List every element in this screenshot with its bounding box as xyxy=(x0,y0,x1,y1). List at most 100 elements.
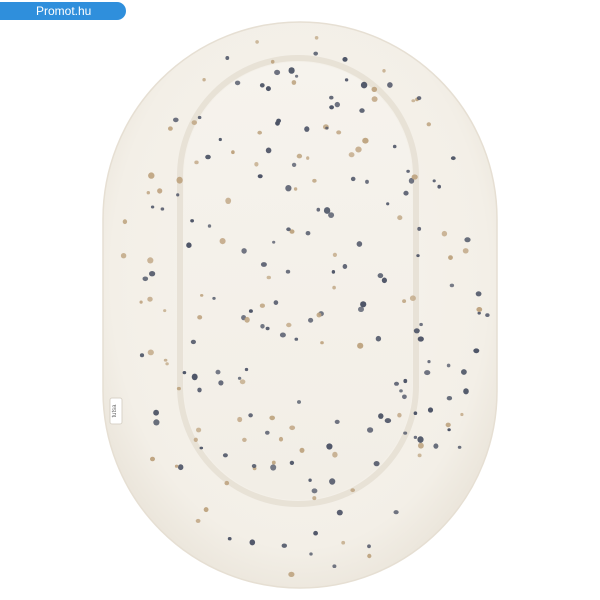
speckle-dot xyxy=(219,238,226,245)
speckle-dot xyxy=(150,456,155,462)
speckle-dot xyxy=(153,419,160,426)
speckle-dot xyxy=(199,446,204,450)
speckle-dot xyxy=(186,242,192,248)
speckle-dot xyxy=(304,126,310,132)
speckle-dot xyxy=(174,464,179,468)
speckle-dot xyxy=(239,379,246,385)
speckle-dot xyxy=(274,69,281,76)
speckle-dot xyxy=(259,303,265,308)
speckle-dot xyxy=(413,435,418,439)
speckle-dot xyxy=(359,108,365,113)
speckle-dot xyxy=(165,362,169,366)
speckle-dot xyxy=(342,264,348,269)
speckle-dot xyxy=(403,190,409,196)
speckle-dot xyxy=(248,309,253,313)
speckle-dot xyxy=(176,176,183,184)
speckle-dot xyxy=(289,425,296,431)
speckle-dot xyxy=(291,162,297,167)
speckle-dot xyxy=(191,373,198,381)
speckle-dot xyxy=(308,317,314,323)
speckle-dot xyxy=(411,174,418,180)
speckle-dot xyxy=(426,122,431,127)
speckle-dot xyxy=(382,69,386,73)
speckle-dot xyxy=(153,409,160,416)
speckle-dot xyxy=(273,300,279,305)
speckle-dot xyxy=(197,115,202,120)
speckle-dot xyxy=(272,240,276,244)
speckle-dot xyxy=(265,147,272,154)
speckle-dot xyxy=(255,40,259,44)
speckle-dot xyxy=(403,431,408,435)
speckle-dot xyxy=(244,316,250,323)
speckle-dot xyxy=(399,389,403,393)
speckle-dot xyxy=(260,324,265,329)
speckle-dot xyxy=(350,176,356,182)
speckle-dot xyxy=(393,510,399,515)
speckle-dot xyxy=(291,80,297,85)
speckle-dot xyxy=(332,451,338,458)
speckle-dot xyxy=(148,172,155,179)
speckle-dot xyxy=(275,120,280,126)
speckle-dot xyxy=(254,162,259,167)
speckle-dot xyxy=(218,380,224,386)
speckle-dot xyxy=(329,478,336,485)
speckle-dot xyxy=(173,117,179,123)
speckle-dot xyxy=(288,571,295,578)
speckle-dot xyxy=(296,153,303,159)
speckle-dot xyxy=(427,360,431,364)
speckle-dot xyxy=(316,207,321,212)
speckle-dot xyxy=(445,422,451,428)
speckle-dot xyxy=(122,219,128,225)
speckle-dot xyxy=(387,82,393,88)
speckle-dot xyxy=(402,299,407,303)
brand-tag: tutsa xyxy=(109,397,123,425)
speckle-dot xyxy=(306,156,310,160)
speckle-dot xyxy=(312,178,317,183)
speckle-dot xyxy=(225,56,230,60)
speckle-dot xyxy=(163,358,168,362)
speckle-dot xyxy=(371,86,378,92)
speckle-dot xyxy=(163,309,167,313)
speckle-dot xyxy=(149,271,156,277)
speckle-dot xyxy=(417,453,422,458)
speckle-dot xyxy=(266,275,271,280)
speckle-dot xyxy=(336,509,343,516)
speckle-dot xyxy=(215,369,221,375)
speckle-dot xyxy=(194,160,199,165)
speckle-dot xyxy=(146,191,150,195)
speckle-dot xyxy=(293,187,298,191)
speckle-dot xyxy=(197,387,202,393)
speckle-dot xyxy=(176,386,181,391)
speckle-dot xyxy=(332,252,337,257)
speckle-dot xyxy=(285,269,291,274)
speckle-dot xyxy=(342,57,348,62)
speckle-dot xyxy=(224,480,230,486)
speckle-dot xyxy=(271,460,276,465)
speckle-dot xyxy=(371,96,378,102)
speckle-dot xyxy=(329,95,334,100)
speckle-dot xyxy=(448,255,453,260)
speckle-dot xyxy=(157,188,163,194)
speckle-dot xyxy=(289,460,295,465)
speckle-dot xyxy=(475,291,482,297)
speckle-dot xyxy=(316,312,322,318)
speckle-dot xyxy=(193,437,198,442)
speckle-dot xyxy=(190,339,196,345)
speckle-dot xyxy=(176,193,180,197)
speckle-dot xyxy=(212,296,216,300)
speckle-dot xyxy=(309,552,313,556)
speckle-dot xyxy=(241,248,247,254)
speckle-dot xyxy=(257,130,263,135)
speckle-dot xyxy=(417,226,422,231)
speckle-dot xyxy=(441,230,448,237)
speckle-dot xyxy=(433,443,439,449)
speckle-dot xyxy=(248,413,253,418)
speckle-dot xyxy=(320,341,324,345)
speckle-dot xyxy=(191,120,197,125)
speckle-dot xyxy=(394,381,399,386)
speckle-dot xyxy=(147,257,154,264)
speckle-dot xyxy=(397,215,403,221)
speckle-dot xyxy=(446,396,453,401)
speckle-dot xyxy=(203,507,209,513)
speckle-dot xyxy=(446,363,451,368)
